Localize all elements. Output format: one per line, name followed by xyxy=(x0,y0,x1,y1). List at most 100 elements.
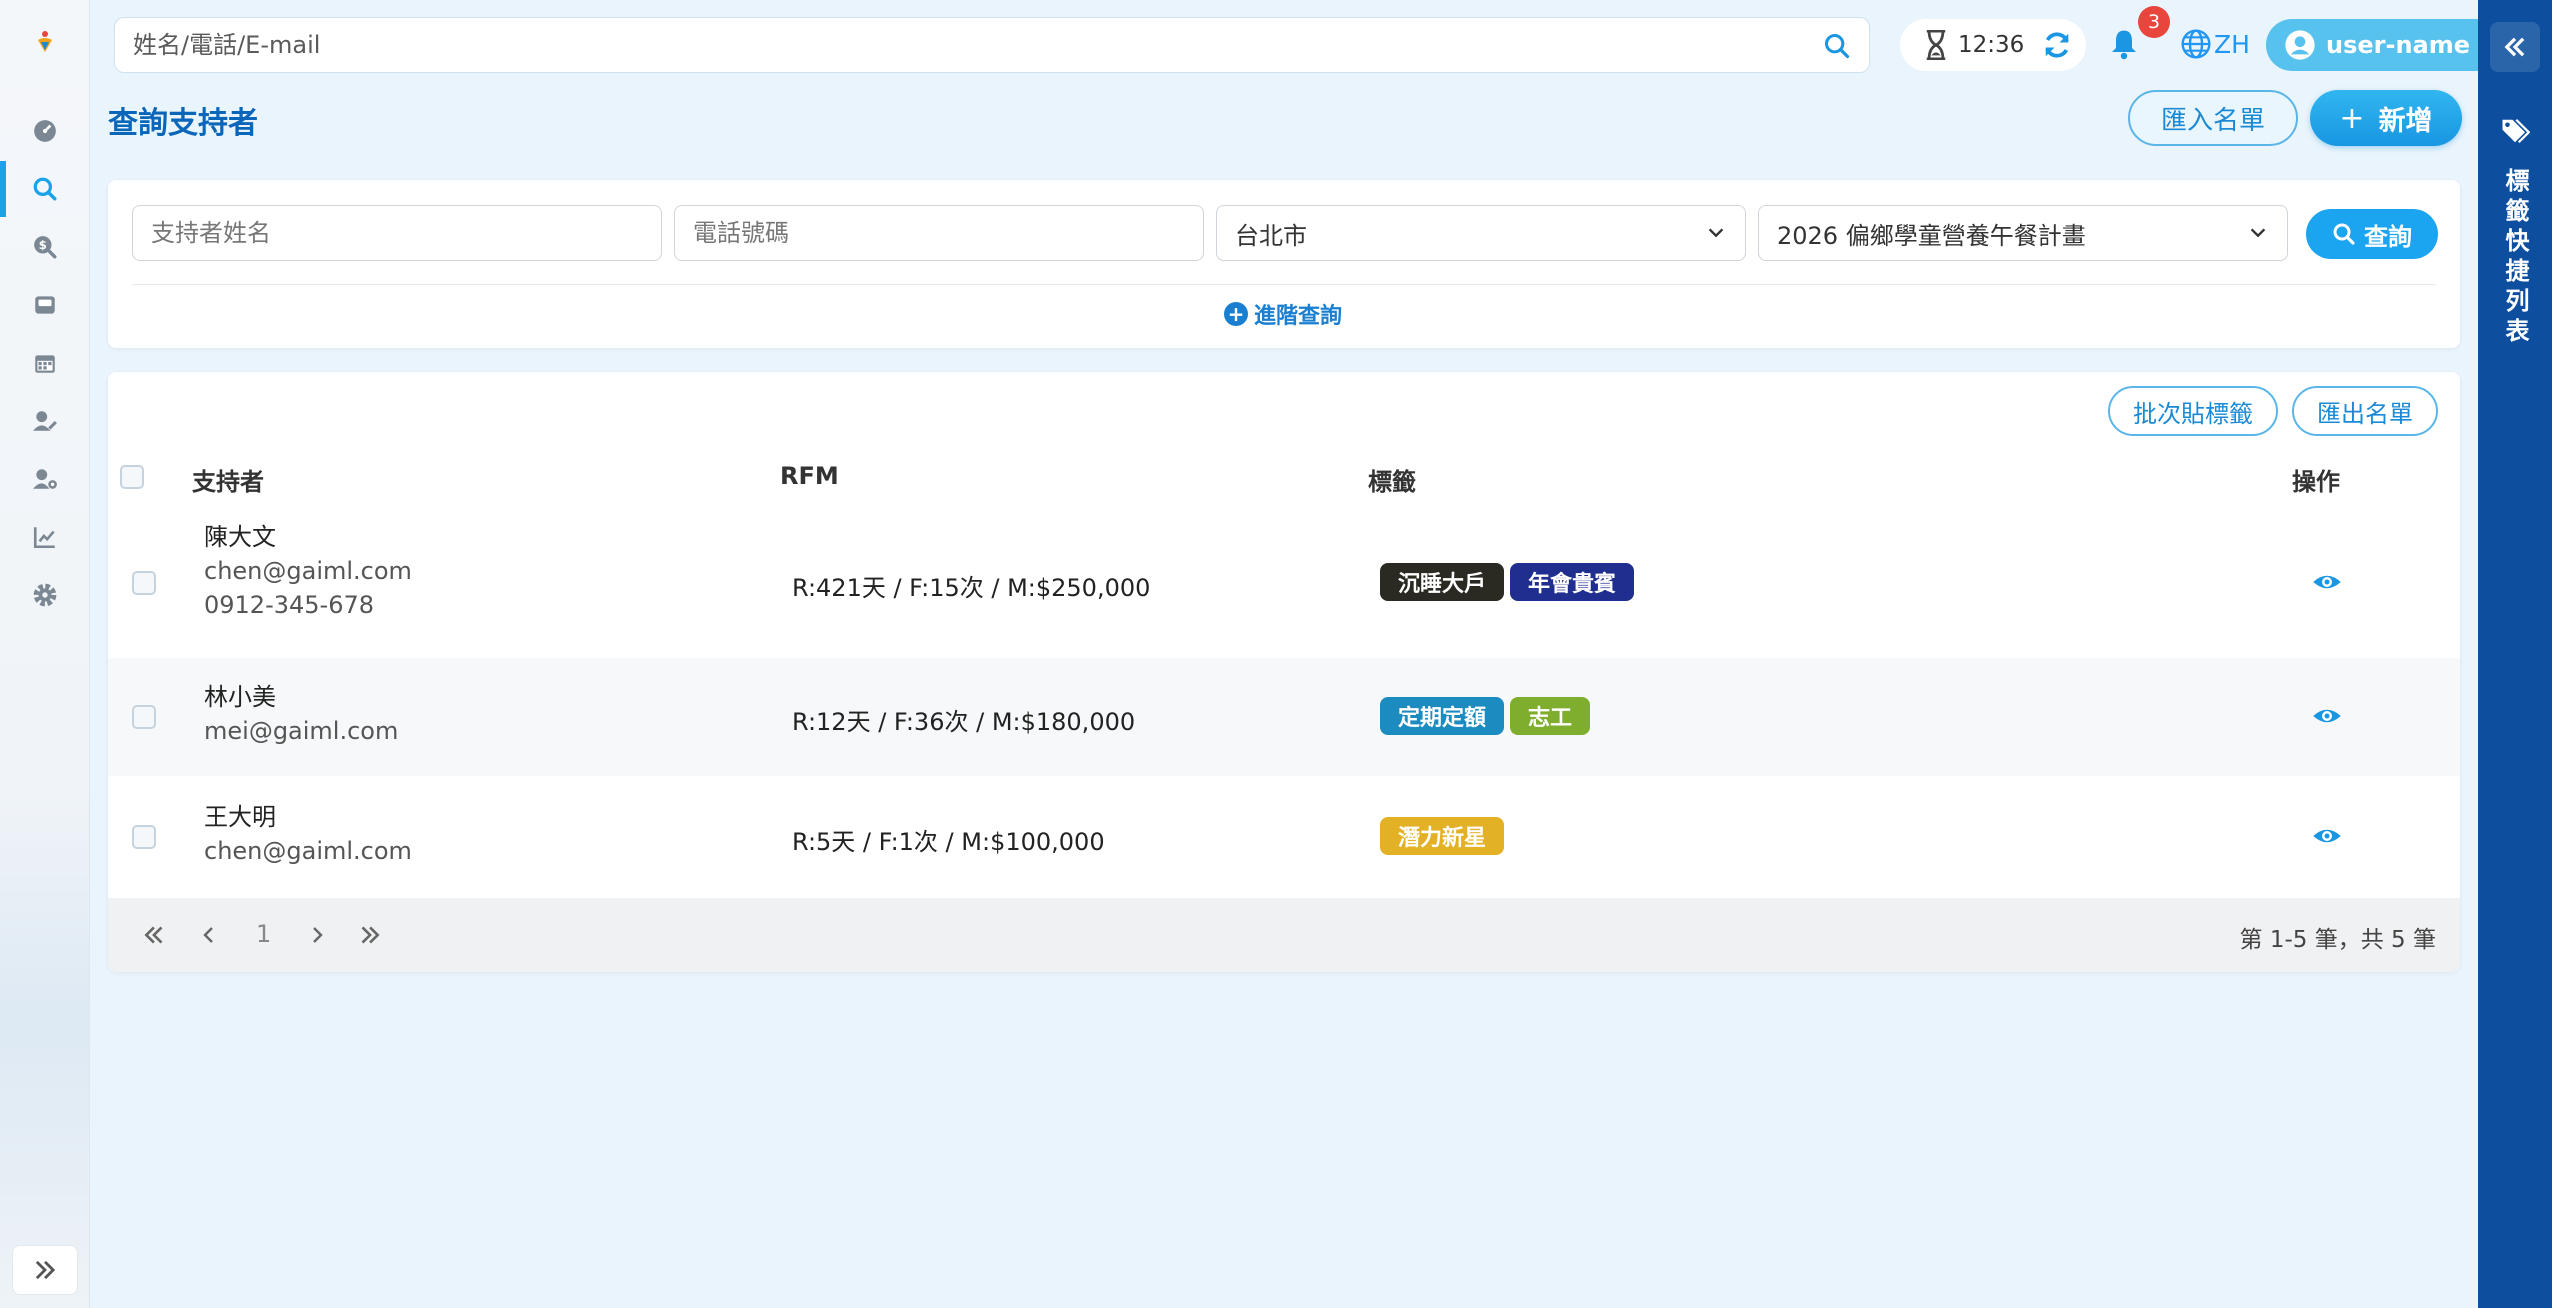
filter-divider xyxy=(132,284,2436,285)
supporter-email: chen@gaiml.com xyxy=(204,557,412,585)
tag-badge[interactable]: 定期定額 xyxy=(1380,697,1505,735)
session-timer: 12:36 xyxy=(1900,19,2086,71)
export-list-button[interactable]: 匯出名單 xyxy=(2292,386,2438,436)
search-icon xyxy=(33,177,57,201)
view-eye-icon[interactable] xyxy=(2312,821,2342,851)
supporter-phone: 0912-345-678 xyxy=(204,591,375,619)
sidebar-item-dashboard[interactable] xyxy=(0,103,90,159)
phone-field[interactable] xyxy=(674,205,1204,261)
query-button-label: 查詢 xyxy=(2364,222,2412,251)
project-select-value: 2026 偏鄉學童營養午餐計畫 xyxy=(1777,221,2086,250)
row-checkbox[interactable] xyxy=(132,825,156,849)
language-code: ZH xyxy=(2214,29,2250,59)
current-page-number[interactable]: 1 xyxy=(256,920,271,948)
view-eye-icon[interactable] xyxy=(2312,701,2342,731)
phone-input[interactable] xyxy=(693,206,1203,260)
donation-search-icon: $ xyxy=(34,236,57,259)
supporter-name-field[interactable] xyxy=(132,205,662,261)
notification-badge: 3 xyxy=(2138,6,2170,38)
sidebar-item-donation-search[interactable]: $ xyxy=(0,219,90,275)
prev-page-button[interactable] xyxy=(194,920,224,950)
rfm-value: R:12天 / F:36次 / M:$180,000 xyxy=(792,708,1136,736)
supporter-name[interactable]: 陳大文 xyxy=(204,520,412,554)
table-row[interactable]: 林小美 mei@gaiml.com R:12天 / F:36次 / M:$180… xyxy=(108,658,2460,776)
table-row[interactable]: 王大明 chen@gaiml.com R:5天 / F:1次 / M:$100,… xyxy=(108,776,2460,898)
next-page-button[interactable] xyxy=(302,920,332,950)
table-row[interactable]: 陳大文 chen@gaiml.com 0912-345-678 R:421天 /… xyxy=(108,508,2460,658)
sidebar-item-reports[interactable] xyxy=(0,509,90,565)
last-page-button[interactable] xyxy=(354,920,384,950)
chevron-down-icon xyxy=(2250,228,2266,238)
refresh-icon[interactable] xyxy=(2042,30,2072,60)
supporter-name[interactable]: 王大明 xyxy=(204,800,412,834)
tag-shortcut-panel: 標籤快捷列表 xyxy=(2478,0,2552,1308)
username: user-name xyxy=(2326,31,2471,59)
chevron-down-icon xyxy=(1708,228,1724,238)
user-settings-icon xyxy=(33,469,57,489)
sidebar-item-user-edit[interactable] xyxy=(0,393,90,449)
sidebar-item-search[interactable] xyxy=(0,161,90,217)
plus-icon: + xyxy=(2339,100,2365,136)
tag-list: 潛力新星 xyxy=(1380,817,1505,855)
filter-panel: 台北市 2026 偏鄉學童營養午餐計畫 查詢 + 進階查詢 xyxy=(108,180,2460,348)
sidebar-item-calendar[interactable] xyxy=(0,335,90,391)
advanced-query-label: 進階查詢 xyxy=(1254,304,1343,329)
advanced-query-toggle[interactable]: + 進階查詢 xyxy=(1224,298,1342,330)
city-select[interactable]: 台北市 xyxy=(1216,205,1746,261)
plus-circle-icon: + xyxy=(1224,302,1248,326)
project-select[interactable]: 2026 偏鄉學童營養午餐計畫 xyxy=(1758,205,2288,261)
header-rfm[interactable]: RFM xyxy=(780,462,839,490)
row-checkbox[interactable] xyxy=(132,705,156,729)
supporter-email: chen@gaiml.com xyxy=(204,837,412,865)
global-search-input[interactable] xyxy=(133,18,1793,72)
language-switcher[interactable]: ZH xyxy=(2180,28,2250,60)
supporter-info[interactable]: 王大明 chen@gaiml.com xyxy=(204,800,412,868)
notification-bell-icon[interactable] xyxy=(2108,28,2140,60)
pagination-summary: 第 1-5 筆，共 5 筆 xyxy=(2239,927,2436,953)
tag-badge[interactable]: 年會貴賓 xyxy=(1510,563,1635,601)
supporter-table: 批次貼標籤 匯出名單 支持者 RFM 標籤 操作 陳大文 chen@gaiml.… xyxy=(108,372,2460,972)
left-sidebar: $ xyxy=(0,0,90,1308)
query-button[interactable]: 查詢 xyxy=(2306,209,2438,259)
rfm-value: R:421天 / F:15次 / M:$250,000 xyxy=(792,574,1151,602)
chart-line-icon xyxy=(33,527,55,549)
supporter-name[interactable]: 林小美 xyxy=(204,680,398,714)
tag-badge[interactable]: 沉睡大戶 xyxy=(1380,563,1505,601)
tag-list: 定期定額 志工 xyxy=(1380,697,1591,735)
sidebar-item-settings[interactable] xyxy=(0,567,90,623)
supporter-info[interactable]: 陳大文 chen@gaiml.com 0912-345-678 xyxy=(204,520,412,622)
city-select-value: 台北市 xyxy=(1235,221,1307,250)
tag-badge[interactable]: 潛力新星 xyxy=(1380,817,1505,855)
user-menu-button[interactable]: user-name xyxy=(2266,19,2502,71)
tag-badge[interactable]: 志工 xyxy=(1510,697,1591,735)
sidebar-item-inbox[interactable] xyxy=(0,277,90,333)
row-checkbox[interactable] xyxy=(132,571,156,595)
header-supporter[interactable]: 支持者 xyxy=(192,462,264,497)
add-button[interactable]: + 新增 xyxy=(2310,90,2462,146)
sidebar-expand-button[interactable] xyxy=(12,1245,78,1295)
supporter-info[interactable]: 林小美 mei@gaiml.com xyxy=(204,680,398,748)
global-search-field[interactable] xyxy=(114,17,1870,73)
chevron-right-icon xyxy=(313,927,323,943)
view-eye-icon[interactable] xyxy=(2312,567,2342,597)
add-button-label: 新增 xyxy=(2378,105,2433,137)
double-chevron-right-icon xyxy=(35,1260,56,1280)
settings-icon xyxy=(33,583,57,607)
tag-list: 沉睡大戶 年會貴賓 xyxy=(1380,563,1635,601)
sidebar-item-user-settings[interactable] xyxy=(0,451,90,507)
svg-text:$: $ xyxy=(39,238,47,252)
import-list-button[interactable]: 匯入名單 xyxy=(2128,90,2298,146)
search-icon xyxy=(2333,223,2355,245)
first-page-button[interactable] xyxy=(140,920,170,950)
tag-panel-title: 標籤快捷列表 xyxy=(2501,168,2529,348)
search-icon[interactable] xyxy=(1823,32,1851,60)
app-logo[interactable] xyxy=(30,26,60,56)
header-tags: 標籤 xyxy=(1368,468,1416,496)
panel-collapse-button[interactable] xyxy=(2490,22,2540,72)
double-chevron-right-icon xyxy=(361,926,380,944)
supporter-name-input[interactable] xyxy=(151,206,661,260)
select-all-checkbox[interactable] xyxy=(120,465,144,489)
page-title: 查詢支持者 xyxy=(108,106,258,141)
chevron-left-icon xyxy=(203,927,213,943)
batch-tag-button[interactable]: 批次貼標籤 xyxy=(2108,386,2278,436)
